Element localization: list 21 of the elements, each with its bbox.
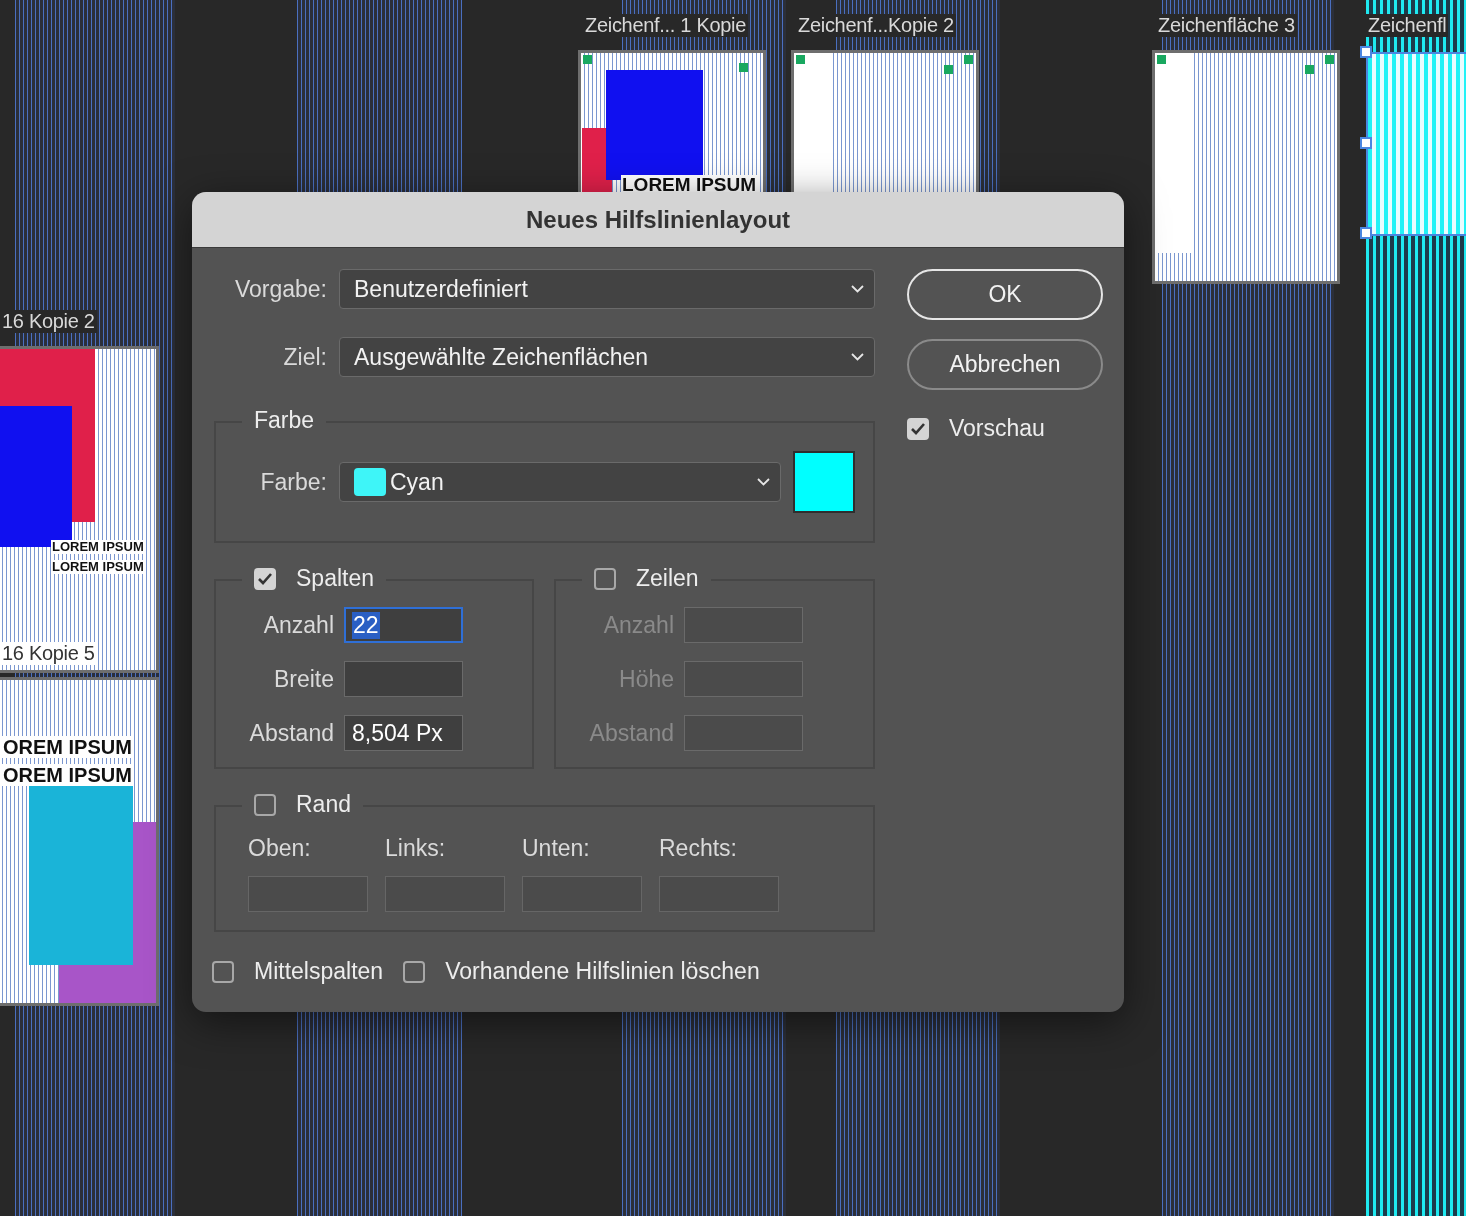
group-title: Rand (296, 791, 351, 818)
artboard-text: LOREM IPSUM (51, 540, 145, 555)
checkbox-label: Vorschau (949, 415, 1045, 442)
field-label: Ziel: (282, 343, 327, 371)
field-label: Links: (385, 835, 447, 862)
field-label: Vorgabe: (233, 275, 327, 303)
group-title: Farbe (254, 407, 315, 434)
field-label: Unten: (522, 835, 591, 862)
field-label: Abstand (248, 719, 334, 747)
field-label: Breite (272, 665, 334, 693)
group-title: Zeilen (636, 565, 699, 592)
field-label: Anzahl (262, 611, 334, 639)
dialog-title: Neues Hilfslinienlayout (525, 205, 791, 234)
artboard-text: LOREM IPSUM (51, 560, 145, 575)
field-label: Rechts: (659, 835, 738, 862)
checkbox-label: Mittelspalten (254, 958, 384, 985)
checkbox-label: Vorhandene Hilfslinien löschen (445, 958, 760, 985)
group-title: Spalten (296, 565, 374, 592)
artboard-text: OREM IPSUM (2, 736, 133, 758)
field-label: Farbe: (259, 468, 327, 496)
field-label: Oben: (248, 835, 312, 862)
